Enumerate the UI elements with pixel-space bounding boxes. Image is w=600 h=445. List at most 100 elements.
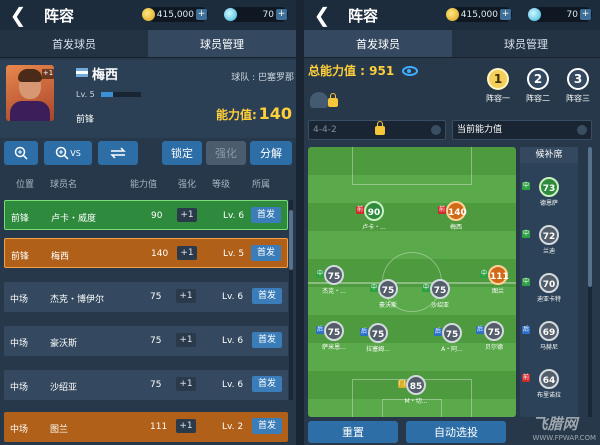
add-gems-button[interactable]: + bbox=[580, 9, 591, 20]
player-name: 德恩萨 bbox=[539, 200, 558, 207]
add-coins-button[interactable]: + bbox=[500, 9, 511, 20]
lineup-2-button[interactable]: 2 阵容二 bbox=[518, 68, 558, 108]
player-token[interactable]: 门 85 M・切... bbox=[396, 375, 436, 405]
table-row[interactable]: 前锋 卢卡・威度 90 Lv. 6 +1 首发 bbox=[4, 200, 288, 230]
tab-player-management[interactable]: 球员管理 bbox=[148, 30, 296, 57]
coach-slot[interactable] bbox=[310, 88, 340, 110]
player-name: 图兰 bbox=[491, 288, 504, 295]
position-tag: 中 bbox=[370, 284, 378, 292]
action-bar: VS 锁定 强化 分解 bbox=[0, 141, 296, 167]
player-rating: 90 bbox=[364, 201, 384, 221]
add-coins-button[interactable]: + bbox=[196, 9, 207, 20]
gold-coin-icon bbox=[446, 8, 459, 21]
player-rating: 75 bbox=[324, 321, 344, 341]
player-name: 迪亚卡特 bbox=[536, 296, 561, 303]
player-name: 马赫尼 bbox=[539, 344, 558, 351]
player-token[interactable]: 前 64 布里诺拉 bbox=[520, 369, 578, 399]
player-rating: 75 bbox=[368, 323, 388, 343]
reset-button[interactable]: 重置 bbox=[308, 421, 398, 443]
zoom-in-button[interactable] bbox=[4, 141, 38, 165]
swap-button[interactable] bbox=[98, 141, 138, 165]
player-token[interactable]: 中 75 沙绍亚 bbox=[420, 279, 460, 309]
row-starter-badge[interactable]: 首发 bbox=[252, 376, 282, 392]
eye-icon[interactable] bbox=[402, 66, 418, 76]
row-enhance-level: +1 bbox=[177, 246, 197, 260]
lock-button[interactable]: 锁定 bbox=[162, 141, 202, 165]
player-token[interactable]: 后 75 拉塞姆... bbox=[358, 323, 398, 353]
player-name: 梅西 bbox=[92, 68, 119, 83]
player-token[interactable]: 中 111 图兰 bbox=[478, 265, 516, 295]
table-row[interactable]: 中场 豪沃斯 75 Lv. 6 +1 首发 bbox=[4, 326, 288, 356]
position-tag: 门 bbox=[398, 380, 406, 388]
player-level: Lv. 5 bbox=[76, 90, 95, 99]
lineup-1-button[interactable]: 1 阵容一 bbox=[478, 68, 518, 108]
tab-bar: 首发球员 球员管理 bbox=[304, 30, 600, 58]
row-position: 中场 bbox=[10, 383, 29, 393]
player-rating: 72 bbox=[539, 225, 559, 245]
argentina-flag-icon bbox=[76, 68, 88, 77]
table-row[interactable]: 中场 杰克・博伊尔 75 Lv. 6 +1 首发 bbox=[4, 282, 288, 312]
player-rating: 75 bbox=[484, 321, 504, 341]
tab-starting-players[interactable]: 首发球员 bbox=[0, 30, 148, 57]
coin-balance: 415,000 + bbox=[446, 7, 512, 22]
row-position: 前锋 bbox=[11, 214, 30, 224]
player-token[interactable]: 中 72 兰迪 bbox=[520, 225, 578, 255]
tab-starting-players[interactable]: 首发球员 bbox=[304, 30, 452, 57]
bench-panel: 候补席 中 73 德恩萨中 72 兰迪中 70 迪亚卡特后 69 马赫尼前 64 布里诺拉 bbox=[520, 147, 578, 417]
row-level: Lv. 5 bbox=[223, 249, 245, 259]
tab-player-management[interactable]: 球员管理 bbox=[452, 30, 600, 57]
row-starter-badge[interactable]: 首发 bbox=[252, 332, 282, 348]
player-token[interactable]: 后 75 贝尔德 bbox=[474, 321, 514, 351]
table-scrollbar[interactable] bbox=[289, 200, 293, 400]
formation-select[interactable]: 4-4-2 bbox=[308, 120, 446, 140]
row-ability: 75 bbox=[150, 336, 162, 346]
bench-scrollbar[interactable] bbox=[588, 147, 592, 417]
row-starter-badge[interactable]: 首发 bbox=[251, 245, 281, 261]
row-level: Lv. 6 bbox=[222, 380, 244, 390]
player-avatar: +1 bbox=[6, 65, 54, 121]
player-token[interactable]: 中 70 迪亚卡特 bbox=[520, 273, 578, 303]
position-tag: 后 bbox=[434, 328, 442, 336]
row-ability: 111 bbox=[150, 422, 168, 432]
compare-vs-button[interactable]: VS bbox=[44, 141, 92, 165]
table-row[interactable]: 中场 图兰 111 Lv. 2 +1 首发 bbox=[4, 412, 288, 442]
auto-select-button[interactable]: 自动选投 bbox=[406, 421, 506, 443]
top-bar: ❮ 阵容 415,000 + 70 + bbox=[304, 0, 600, 30]
selected-player-card: +1 梅西 球队 : 巴塞罗那 Lv. 5 前锋 能力值: 140 bbox=[0, 60, 296, 138]
row-starter-badge[interactable]: 首发 bbox=[252, 288, 282, 304]
player-name: M・切... bbox=[404, 398, 428, 405]
player-token[interactable]: 后 75 A・阿... bbox=[432, 323, 472, 353]
row-player-name: 杰克・博伊尔 bbox=[50, 295, 105, 305]
player-token[interactable]: 后 75 萨米恩... bbox=[314, 321, 354, 351]
row-level: Lv. 6 bbox=[223, 211, 245, 221]
position-tag: 后 bbox=[522, 326, 530, 334]
player-token[interactable]: 前 90 卢卡・... bbox=[354, 201, 394, 231]
magnifier-vs-icon bbox=[55, 146, 69, 160]
row-position: 中场 bbox=[10, 295, 29, 305]
player-name: 杰克・... bbox=[322, 288, 346, 295]
player-token[interactable]: 中 75 杰克・... bbox=[314, 265, 354, 295]
player-token[interactable]: 后 69 马赫尼 bbox=[520, 321, 578, 351]
gem-balance: 70 + bbox=[224, 7, 288, 22]
player-token[interactable]: 前 140 梅西 bbox=[436, 201, 476, 231]
total-ability: 总能力值 : 951 bbox=[308, 64, 395, 78]
position-tag: 中 bbox=[422, 284, 430, 292]
sort-select[interactable]: 当前能力值 bbox=[452, 120, 592, 140]
player-token[interactable]: 中 73 德恩萨 bbox=[520, 177, 578, 207]
back-arrow-icon[interactable]: ❮ bbox=[0, 0, 36, 30]
player-rating: 70 bbox=[539, 273, 559, 293]
add-gems-button[interactable]: + bbox=[276, 9, 287, 20]
player-token[interactable]: 中 75 豪沃斯 bbox=[368, 279, 408, 309]
lineup-3-button[interactable]: 3 阵容三 bbox=[558, 68, 598, 108]
enhance-button[interactable]: 强化 bbox=[206, 141, 246, 165]
row-starter-badge[interactable]: 首发 bbox=[251, 207, 281, 223]
table-row[interactable]: 前锋 梅西 140 Lv. 5 +1 首发 bbox=[4, 238, 288, 268]
player-management-panel: ❮ 阵容 415,000 + 70 + 首发球员 球员管理 +1 梅西 球队 :… bbox=[0, 0, 296, 445]
back-arrow-icon[interactable]: ❮ bbox=[304, 0, 340, 30]
table-row[interactable]: 中场 沙绍亚 75 Lv. 6 +1 首发 bbox=[4, 370, 288, 400]
row-player-name: 梅西 bbox=[51, 252, 70, 262]
row-starter-badge[interactable]: 首发 bbox=[252, 418, 282, 434]
row-ability: 75 bbox=[150, 380, 162, 390]
position-tag: 后 bbox=[360, 328, 368, 336]
decompose-button[interactable]: 分解 bbox=[250, 141, 292, 165]
